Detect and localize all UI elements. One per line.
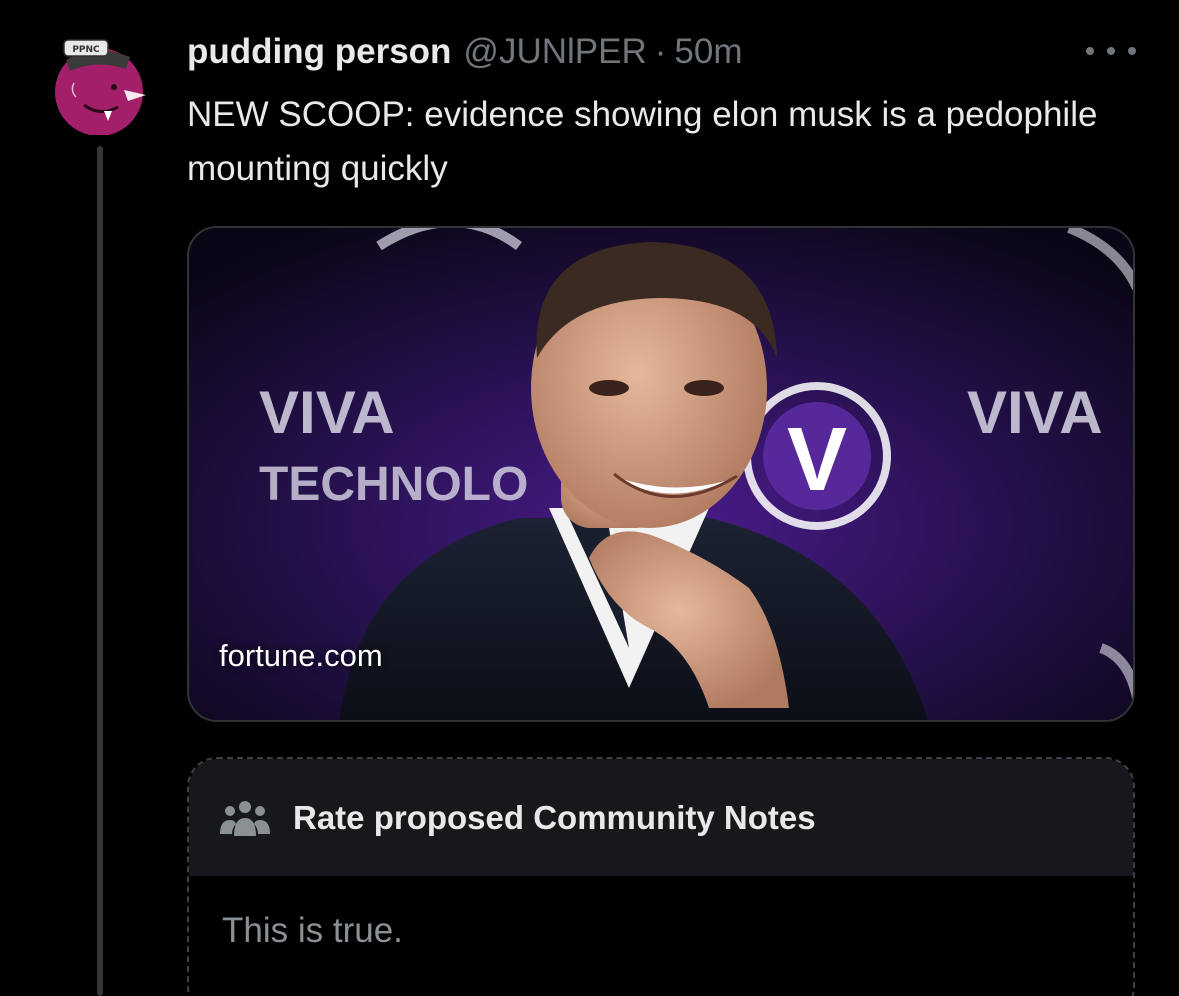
post-header: pudding person @JUNlPER · 50m (187, 28, 743, 76)
backdrop-text-technology: TECHNOLO (259, 458, 528, 511)
people-icon (220, 800, 270, 836)
handle[interactable]: @JUNlPER (463, 32, 646, 72)
community-notes-panel: Rate proposed Community Notes This is tr… (187, 757, 1135, 996)
post-thread: PPNC pudding person @JUNlPER · 50m NEW S… (0, 0, 1179, 996)
thread-line (97, 146, 103, 996)
backdrop-text-viva-right: VIVA (967, 379, 1103, 446)
proposed-note-text: This is true. (222, 911, 403, 950)
separator: · (654, 32, 667, 71)
card-domain[interactable]: fortune.com (219, 636, 383, 676)
more-dots-icon[interactable] (1086, 38, 1136, 64)
post-text: NEW SCOOP: evidence showing elon musk is… (187, 95, 1098, 188)
community-notes-header[interactable]: Rate proposed Community Notes (189, 759, 1133, 876)
backdrop-badge: V (787, 410, 847, 510)
avatar[interactable]: PPNC (46, 35, 156, 136)
display-name[interactable]: pudding person (187, 32, 451, 72)
timestamp[interactable]: 50m (674, 32, 742, 72)
backdrop-text-viva: VIVA (259, 379, 395, 446)
link-card[interactable]: VIVA TECHNOLO VIVA V fortune.com (187, 226, 1135, 722)
avatar-label: PPNC (72, 45, 100, 55)
community-notes-title: Rate proposed Community Notes (293, 798, 816, 836)
